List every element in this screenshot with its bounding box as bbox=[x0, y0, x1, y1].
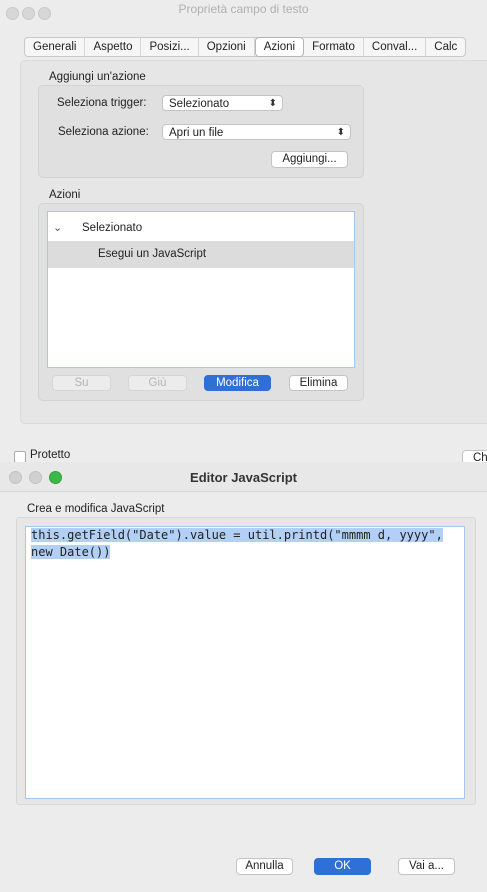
tab-bar: Generali Aspetto Posizi... Opzioni Azion… bbox=[24, 37, 467, 57]
tree-row-selezionato[interactable]: ⌄ Selezionato bbox=[48, 216, 354, 240]
goto-button[interactable]: Vai a... bbox=[398, 858, 455, 875]
text-field-properties-dialog: Proprietà campo di testo Generali Aspett… bbox=[0, 0, 487, 466]
actions-group-label: Azioni bbox=[49, 189, 81, 201]
move-down-button[interactable]: Giù bbox=[128, 375, 187, 391]
tab-opzioni[interactable]: Opzioni bbox=[199, 38, 255, 56]
tab-aspetto[interactable]: Aspetto bbox=[85, 38, 142, 56]
protected-label: Protetto bbox=[30, 449, 71, 461]
delete-button[interactable]: Elimina bbox=[289, 375, 348, 391]
minimize-window-icon[interactable] bbox=[22, 7, 35, 20]
tree-row-javascript[interactable]: Esegui un JavaScript bbox=[48, 241, 354, 268]
editor-subtitle: Crea e modifica JavaScript bbox=[27, 503, 165, 515]
add-button[interactable]: Aggiungi... bbox=[271, 151, 348, 168]
updown-chevron-icon: ⬍ bbox=[336, 127, 345, 138]
action-label: Seleziona azione: bbox=[58, 126, 149, 138]
close-window-icon[interactable] bbox=[6, 7, 19, 20]
action-select-value: Apri un file bbox=[169, 127, 224, 139]
trigger-label: Seleziona trigger: bbox=[57, 97, 147, 109]
tab-posizione[interactable]: Posizi... bbox=[141, 38, 199, 56]
add-action-group-label: Aggiungi un'azione bbox=[49, 71, 146, 83]
tree-child-label: Esegui un JavaScript bbox=[98, 248, 207, 260]
ok-button[interactable]: OK bbox=[314, 858, 371, 875]
tab-generali[interactable]: Generali bbox=[25, 38, 86, 56]
tab-azioni[interactable]: Azioni bbox=[254, 37, 305, 57]
code-line-1: this.getField("Date").value = util.print… bbox=[31, 527, 459, 544]
editor-title: Editor JavaScript bbox=[190, 470, 297, 485]
code-line-1-text: this.getField("Date").value = util.print… bbox=[31, 528, 443, 542]
cancel-button[interactable]: Annulla bbox=[236, 858, 293, 875]
javascript-code-textarea[interactable]: this.getField("Date").value = util.print… bbox=[25, 526, 465, 799]
trigger-select-value: Selezionato bbox=[169, 98, 230, 110]
zoom-window-icon[interactable] bbox=[38, 7, 51, 20]
tab-convalida[interactable]: Conval... bbox=[364, 38, 427, 56]
trigger-select[interactable]: Selezionato ⬍ bbox=[162, 95, 283, 111]
edit-button[interactable]: Modifica bbox=[204, 375, 271, 391]
move-up-button[interactable]: Su bbox=[52, 375, 111, 391]
tab-formato[interactable]: Formato bbox=[304, 38, 364, 56]
code-line-2-text: new Date()) bbox=[31, 545, 111, 559]
tab-calcolo[interactable]: Calc bbox=[426, 38, 465, 56]
tree-parent-label: Selezionato bbox=[82, 222, 143, 234]
action-select[interactable]: Apri un file ⬍ bbox=[162, 124, 351, 140]
updown-chevron-icon: ⬍ bbox=[268, 98, 277, 109]
actions-tree-list[interactable]: ⌄ Selezionato Esegui un JavaScript bbox=[47, 211, 355, 368]
code-line-2: new Date()) bbox=[31, 544, 459, 561]
dialog-title: Proprietà campo di testo bbox=[178, 2, 309, 16]
chevron-down-icon[interactable]: ⌄ bbox=[53, 216, 62, 240]
